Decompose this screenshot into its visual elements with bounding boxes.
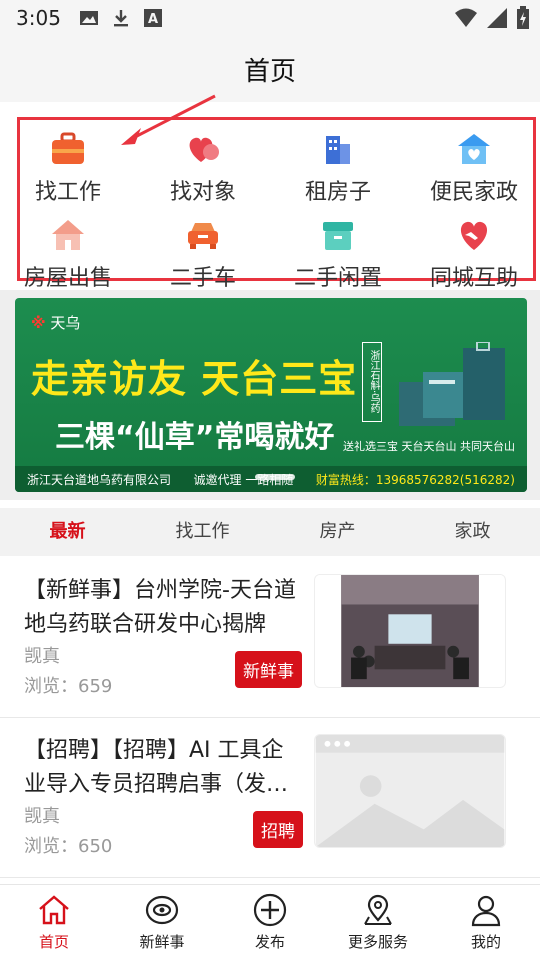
svg-text:A: A bbox=[148, 12, 158, 27]
banner-headline: 走亲访友 天台三宝 bbox=[31, 357, 358, 401]
tab-latest[interactable]: 最新 bbox=[0, 508, 135, 556]
article-author: 觊真 bbox=[24, 806, 60, 827]
nav-label: 新鲜事 bbox=[139, 933, 185, 951]
nav-label: 首页 bbox=[38, 933, 69, 951]
image-icon bbox=[79, 11, 98, 25]
category-house-sale[interactable]: 房屋出售 bbox=[8, 218, 128, 292]
signal-icon bbox=[487, 8, 507, 28]
category-mutual-help[interactable]: 同城互助 bbox=[414, 218, 534, 292]
status-bar: 3:05 A bbox=[0, 0, 540, 36]
product-boxes-image bbox=[399, 342, 505, 426]
category-rent-house[interactable]: 租房子 bbox=[278, 132, 398, 206]
article-views: 浏览：659 bbox=[24, 676, 113, 697]
category-find-partner[interactable]: 找对象 bbox=[143, 132, 263, 206]
category-label: 房屋出售 bbox=[23, 266, 112, 291]
car-icon bbox=[188, 223, 218, 249]
article-title: 【招聘】【招聘】AI 工具企业导入专员招聘启事（发… bbox=[24, 738, 289, 797]
banner-brand: ※ 天乌 bbox=[31, 314, 81, 332]
nav-profile[interactable]: 我的 bbox=[432, 885, 540, 960]
nav-label: 更多服务 bbox=[347, 933, 408, 951]
box-icon bbox=[323, 222, 353, 250]
category-second-hand[interactable]: 二手闲置 bbox=[278, 218, 398, 292]
bottom-navigation: 首页 新鲜事 发布 更多服务 我的 bbox=[0, 884, 540, 960]
status-time: 3:05 bbox=[16, 6, 61, 30]
article-views: 浏览：650 bbox=[24, 836, 113, 857]
carousel-indicator bbox=[255, 474, 295, 480]
content-tabs: 最新 找工作 房产 家政 bbox=[0, 508, 540, 556]
banner-company: 浙江天台道地乌药有限公司 bbox=[27, 472, 172, 487]
banner-note: 送礼选三宝 天台天台山 共同天台山 bbox=[343, 440, 515, 453]
nav-news[interactable]: 新鲜事 bbox=[108, 885, 216, 960]
user-icon bbox=[471, 895, 501, 927]
banner-brand-text: 天乌 bbox=[50, 314, 81, 332]
house-icon bbox=[52, 220, 84, 250]
tab-real-estate[interactable]: 房产 bbox=[270, 508, 405, 556]
tab-housekeeping[interactable]: 家政 bbox=[405, 508, 540, 556]
image-placeholder-icon[interactable] bbox=[314, 734, 506, 848]
category-label: 二手闲置 bbox=[293, 266, 382, 291]
article-title: 【新鲜事】台州学院-天台道地乌药联合研发中心揭牌 bbox=[24, 578, 296, 637]
category-label: 找工作 bbox=[34, 180, 101, 205]
nav-publish[interactable]: 发布 bbox=[216, 885, 324, 960]
category-label: 二手车 bbox=[169, 266, 236, 291]
ad-banner[interactable]: ※ 天乌 走亲访友 天台三宝 浙江石斛·乌药 三棵“仙草”常喝就好 送礼选三宝 … bbox=[15, 298, 527, 492]
article-badge: 招聘 bbox=[253, 811, 303, 848]
list-item[interactable]: 【招聘】【招聘】AI 工具企业导入专员招聘启事（发… 觊真 浏览：650 招聘 bbox=[0, 718, 540, 878]
home-icon bbox=[39, 895, 69, 925]
nav-label: 我的 bbox=[470, 933, 501, 951]
hotline-label: 财富热线： bbox=[315, 472, 376, 487]
hotline-number: 13968576282(516282) bbox=[375, 472, 515, 487]
category-label: 找对象 bbox=[169, 180, 236, 205]
download-icon bbox=[113, 10, 128, 27]
article-thumbnail[interactable] bbox=[314, 574, 506, 688]
banner-slogan: 三棵“仙草”常喝就好 bbox=[55, 420, 335, 455]
category-find-job[interactable]: 找工作 bbox=[8, 132, 128, 206]
list-item[interactable]: 【新鲜事】台州学院-天台道地乌药联合研发中心揭牌 觊真 浏览：659 新鲜事 bbox=[0, 558, 540, 718]
category-label: 租房子 bbox=[304, 180, 371, 205]
nav-home[interactable]: 首页 bbox=[0, 885, 108, 960]
wifi-icon bbox=[455, 8, 477, 27]
banner-hotline: 财富热线：13968576282(516282) bbox=[316, 471, 515, 488]
article-author: 觊真 bbox=[24, 646, 60, 667]
handshake-icon bbox=[460, 221, 488, 250]
eye-icon bbox=[145, 895, 179, 925]
building-icon bbox=[326, 136, 350, 164]
nav-more-services[interactable]: 更多服务 bbox=[324, 885, 432, 960]
house-heart-icon bbox=[458, 134, 490, 164]
tab-find-job[interactable]: 找工作 bbox=[135, 508, 270, 556]
hearts-icon bbox=[189, 137, 219, 162]
battery-icon bbox=[517, 6, 529, 29]
article-badge: 新鲜事 bbox=[235, 651, 302, 688]
nav-label: 发布 bbox=[254, 933, 285, 951]
location-icon bbox=[364, 894, 392, 925]
category-used-car[interactable]: 二手车 bbox=[143, 218, 263, 292]
category-label: 同城互助 bbox=[429, 266, 518, 291]
category-home-service[interactable]: 便民家政 bbox=[414, 132, 534, 206]
page-title: 首页 bbox=[243, 56, 296, 87]
briefcase-icon bbox=[52, 132, 84, 164]
a-icon: A bbox=[143, 9, 162, 27]
banner-vertical-text: 浙江石斛·乌药 bbox=[362, 342, 382, 422]
category-label: 便民家政 bbox=[429, 180, 518, 205]
plus-circle-icon bbox=[253, 893, 287, 927]
app-header: 首页 bbox=[0, 36, 540, 102]
